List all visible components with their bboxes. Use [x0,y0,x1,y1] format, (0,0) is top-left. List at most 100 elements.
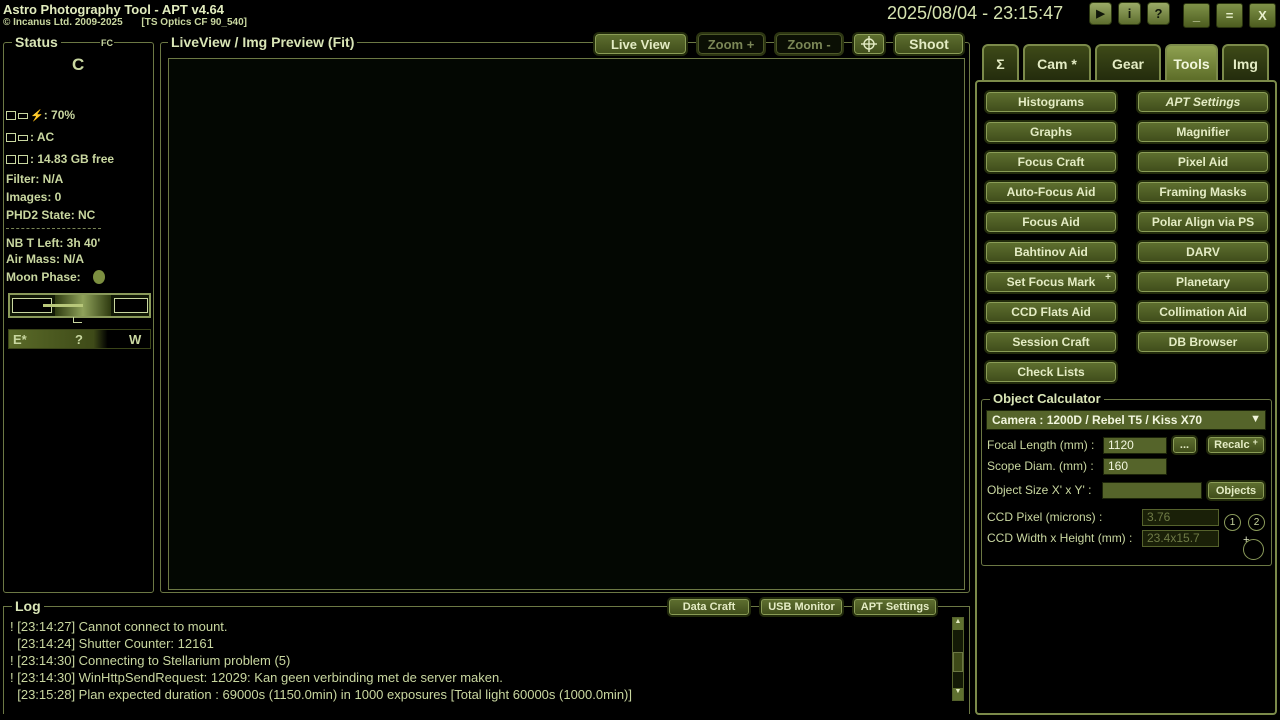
scroll-up-icon[interactable]: ▲ [953,618,963,630]
zoom-in-button[interactable]: Zoom + [696,32,766,56]
minimize-icon: _ [1192,8,1201,23]
ccd-pixel-label: CCD Pixel (microns) : [987,510,1103,524]
info-button[interactable]: i [1118,2,1141,25]
disk-icon [18,155,28,165]
close-button[interactable]: X [1249,3,1276,28]
shoot-label: Shoot [909,36,949,52]
ccd-flats-aid-label: CCD Flats Aid [1011,305,1091,319]
maximize-icon: = [1225,8,1234,23]
darv-button[interactable]: DARV [1136,240,1270,264]
scroll-thumb[interactable] [953,652,963,672]
auto-focus-aid-button[interactable]: Auto-Focus Aid [984,180,1118,204]
session-craft-button[interactable]: Session Craft [984,330,1118,354]
preset-1-label: 1 [1229,517,1236,528]
framing-masks-button[interactable]: Framing Masks [1136,180,1270,204]
log-apt-settings-button[interactable]: APT Settings [852,597,938,617]
ac-icon [18,134,28,141]
tab-gear[interactable]: Gear [1095,44,1161,82]
focus-aid-label: Focus Aid [1022,215,1080,229]
preview-canvas[interactable] [168,58,965,590]
shoot-button[interactable]: Shoot [893,32,965,56]
apt-settings-label: APT Settings [1165,95,1241,109]
log-scrollbar[interactable]: ▲ ▼ [952,617,964,701]
copyright-line: © Incanus Ltd. 2009-2025 [TS Optics CF 9… [3,17,247,28]
live-view-button[interactable]: Live View [593,32,688,56]
objects-button[interactable]: Objects [1206,480,1266,501]
log-line: [23:14:24] Shutter Counter: 12161 [10,636,214,651]
auto-focus-aid-label: Auto-Focus Aid [1006,185,1096,199]
usb-monitor-button[interactable]: USB Monitor [759,597,844,617]
graphs-button[interactable]: Graphs [984,120,1118,144]
ccd-pixel-field[interactable]: 3.76 [1142,509,1219,526]
scroll-down-icon[interactable]: ▼ [953,688,963,700]
log-apt-settings-label: APT Settings [860,601,930,613]
framing-masks-label: Framing Masks [1159,185,1247,199]
check-lists-button[interactable]: Check Lists [984,360,1118,384]
gauge-marker [73,317,82,323]
magnifier-button[interactable]: Magnifier [1136,120,1270,144]
focal-length-field[interactable]: 1120 [1103,437,1167,454]
disk-value: : 14.83 GB free [30,152,115,166]
pixel-aid-label: Pixel Aid [1177,155,1229,169]
log-label: Log [12,598,44,614]
focus-aid-button[interactable]: Focus Aid [984,210,1118,234]
data-craft-button[interactable]: Data Craft [667,597,751,617]
zoom-out-button[interactable]: Zoom - [774,32,844,56]
data-craft-label: Data Craft [682,601,736,613]
tab-tools[interactable]: Tools [1165,44,1218,82]
scope-diam-field[interactable]: 160 [1103,458,1167,475]
planetary-button[interactable]: Planetary [1136,270,1270,294]
live-view-label: Live View [610,36,670,52]
bahtinov-aid-button[interactable]: Bahtinov Aid [984,240,1118,264]
db-browser-button[interactable]: DB Browser [1136,330,1270,354]
camera-select-value: Camera : 1200D / Rebel T5 / Kiss X70 [992,413,1203,427]
focus-craft-label: Focus Craft [1017,155,1085,169]
tab-img-label: Img [1233,56,1258,72]
play-icon: ▶ [1096,8,1105,20]
polar-align-label: Polar Align via PS [1151,215,1255,229]
add-preset-button[interactable]: + [1243,534,1264,560]
pixel-aid-button[interactable]: Pixel Aid [1136,150,1270,174]
help-button[interactable]: ? [1147,2,1170,25]
object-size-label: Object Size X' x Y' : [987,483,1092,497]
tab-img[interactable]: Img [1222,44,1269,82]
power-value: : AC [30,130,55,144]
polar-align-button[interactable]: Polar Align via PS [1136,210,1270,234]
fc-indicator: FC [100,38,114,48]
play-button[interactable]: ▶ [1089,2,1112,25]
histograms-button[interactable]: Histograms [984,90,1118,114]
recalc-button[interactable]: Recalc + [1206,435,1266,455]
gauge-needle [43,304,83,307]
usb-monitor-label: USB Monitor [768,601,835,613]
battery-icon [18,112,28,119]
power-row: : AC [6,130,54,144]
histograms-label: Histograms [1017,95,1085,109]
info-icon: i [1127,6,1132,21]
moon-phase-label: Moon Phase: [6,270,81,284]
tab-summary[interactable]: Σ [982,44,1019,82]
focus-craft-button[interactable]: Focus Craft [984,150,1118,174]
preset-2-button[interactable]: 2 [1248,514,1265,531]
camera-select[interactable]: Camera : 1200D / Rebel T5 / Kiss X70 ▼ [986,410,1266,430]
recalc-plus: + [1252,437,1258,447]
tab-gear-label: Gear [1112,56,1144,72]
planetary-label: Planetary [1175,275,1231,289]
tab-camera[interactable]: Cam * [1023,44,1091,82]
crosshair-button[interactable] [852,32,886,56]
focal-length-more-button[interactable]: ... [1171,435,1198,455]
graphs-label: Graphs [1029,125,1072,139]
apt-settings-button[interactable]: APT Settings [1136,90,1270,114]
collimation-aid-button[interactable]: Collimation Aid [1136,300,1270,324]
disk-row: : 14.83 GB free [6,152,114,166]
close-icon: X [1258,8,1267,23]
object-size-field[interactable] [1102,482,1202,499]
minimize-button[interactable]: _ [1183,3,1210,28]
ccd-size-field[interactable]: 23.4x15.7 [1142,530,1219,547]
maximize-button[interactable]: = [1216,3,1243,28]
set-focus-mark-button[interactable]: Set Focus Mark + [984,270,1118,294]
preset-1-button[interactable]: 1 [1224,514,1241,531]
preview-label: LiveView / Img Preview (Fit) [168,34,358,50]
position-gauge[interactable] [8,293,151,318]
set-focus-mark-plus: + [1105,272,1111,283]
ccd-flats-aid-button[interactable]: CCD Flats Aid [984,300,1118,324]
